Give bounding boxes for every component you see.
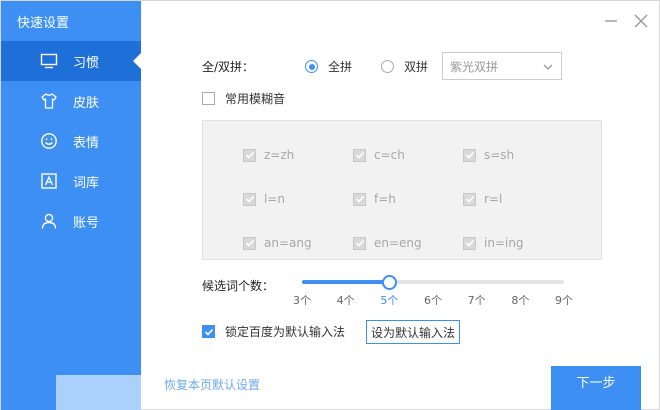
shuangpin-scheme-value: 紫光双拼 [450,59,499,74]
fuzzy-option-label: f=h [374,192,396,206]
shuangpin-scheme-select[interactable]: 紫光双拼 [442,52,562,80]
radio-shuangpin[interactable]: 双拼 [381,58,428,75]
checkmark-icon [355,151,364,159]
fuzzy-option-checkbox [353,148,366,162]
radio-quanpin[interactable]: 全拼 [305,58,352,75]
fuzzy-option-label: in=ing [484,236,524,250]
fuzzy-options-panel: z=zh c=ch s=sh l=n f=h r=l an=ang en=eng… [202,120,602,260]
fuzzy-option-label: en=eng [374,236,422,250]
fuzzy-option[interactable]: s=sh [463,148,514,162]
checkmark-icon [465,195,474,203]
fuzzy-option[interactable]: c=ch [353,148,405,162]
fuzzy-option-label: c=ch [374,148,405,162]
sidebar-item-emoji[interactable]: 表情 [1,121,141,161]
minimize-icon [605,20,617,22]
fuzzy-option-checkbox [353,236,366,250]
fuzzy-option-label: r=l [484,192,503,206]
fuzzy-option-checkbox [243,148,256,162]
fuzzy-option[interactable]: an=ang [243,236,312,250]
sidebar-item-label: 习惯 [73,55,100,71]
fuzzy-option[interactable]: z=zh [243,148,294,162]
fuzzy-option[interactable]: f=h [353,192,396,206]
dictionary-icon [39,171,59,191]
fuzzy-pinyin-checkbox[interactable] [202,92,215,105]
close-button[interactable] [631,11,651,31]
close-icon [634,14,648,28]
radio-quanpin-label: 全拼 [328,60,353,74]
checkmark-icon [245,239,254,247]
sidebar-item-label: 皮肤 [73,95,100,111]
fuzzy-option-checkbox [353,192,366,206]
restore-defaults-link[interactable]: 恢复本页默认设置 [164,376,260,393]
sidebar-item-label: 表情 [73,135,100,151]
fuzzy-option[interactable]: in=ing [463,236,524,250]
slider-tick[interactable]: 6个 [421,292,445,308]
slider-tick[interactable]: 3个 [290,292,314,308]
lock-default-checkbox[interactable] [202,325,215,338]
fuzzy-option-label: an=ang [264,236,312,250]
sidebar-item-label: 账号 [73,215,100,231]
set-default-ime-button[interactable]: 设为默认输入法 [366,320,460,344]
slider-tick[interactable]: 4个 [334,292,358,308]
fuzzy-option[interactable]: en=eng [353,236,422,250]
quick-settings-window: 快速设置 习惯 皮肤 表情 词库 账号 全/双拼： 全拼 双拼 紫光双拼 常用模… [0,0,660,410]
fuzzy-option-checkbox [463,236,476,250]
sidebar-item-habits[interactable]: 习惯 [1,41,141,81]
candidate-count-slider[interactable] [302,280,564,284]
lock-default-toggle[interactable]: 锁定百度为默认输入法 [202,323,345,340]
slider-fill [302,280,390,284]
fuzzy-option-label: l=n [264,192,285,206]
fuzzy-option[interactable]: l=n [243,192,285,206]
checkmark-icon [204,328,213,336]
radio-shuangpin-dot [381,60,394,73]
fuzzy-pinyin-label: 常用模糊音 [225,92,286,106]
checkmark-icon [355,195,364,203]
lock-default-label: 锁定百度为默认输入法 [225,325,346,339]
fuzzy-option-label: s=sh [484,148,515,162]
slider-tick[interactable]: 5个 [377,292,401,308]
slider-tick[interactable]: 8个 [508,292,532,308]
sidebar-title: 快速设置 [17,16,70,31]
smiley-icon [39,131,59,151]
sidebar-nav: 习惯 皮肤 表情 词库 账号 [1,41,141,241]
checkmark-icon [245,195,254,203]
fuzzy-option-checkbox [463,148,476,162]
monitor-icon [39,51,59,71]
slider-tick[interactable]: 9个 [552,292,576,308]
slider-tick[interactable]: 7个 [465,292,489,308]
minimize-button[interactable] [601,11,621,31]
sidebar-footer [56,375,141,410]
fuzzy-option-checkbox [243,236,256,250]
sidebar-item-skin[interactable]: 皮肤 [1,81,141,121]
pinyin-mode-label: 全/双拼： [202,60,255,74]
fuzzy-pinyin-toggle[interactable]: 常用模糊音 [202,90,285,107]
radio-shuangpin-label: 双拼 [404,60,429,74]
sidebar-item-lexicon[interactable]: 词库 [1,161,141,201]
sidebar: 快速设置 习惯 皮肤 表情 词库 账号 [1,1,141,410]
sidebar-item-label: 词库 [73,175,100,191]
tshirt-icon [39,91,59,111]
sidebar-item-account[interactable]: 账号 [1,201,141,241]
radio-quanpin-dot [305,60,318,73]
fuzzy-option-checkbox [463,192,476,206]
fuzzy-option-checkbox [243,192,256,206]
chevron-down-icon [543,64,553,70]
checkmark-icon [355,239,364,247]
next-step-button[interactable]: 下一步 [551,366,641,410]
user-icon [39,211,59,231]
checkmark-icon [465,239,474,247]
slider-handle[interactable] [381,275,397,290]
checkmark-icon [245,151,254,159]
fuzzy-option-label: z=zh [264,148,295,162]
candidate-count-label: 候选词个数： [202,279,275,293]
fuzzy-option[interactable]: r=l [463,192,502,206]
checkmark-icon [465,151,474,159]
